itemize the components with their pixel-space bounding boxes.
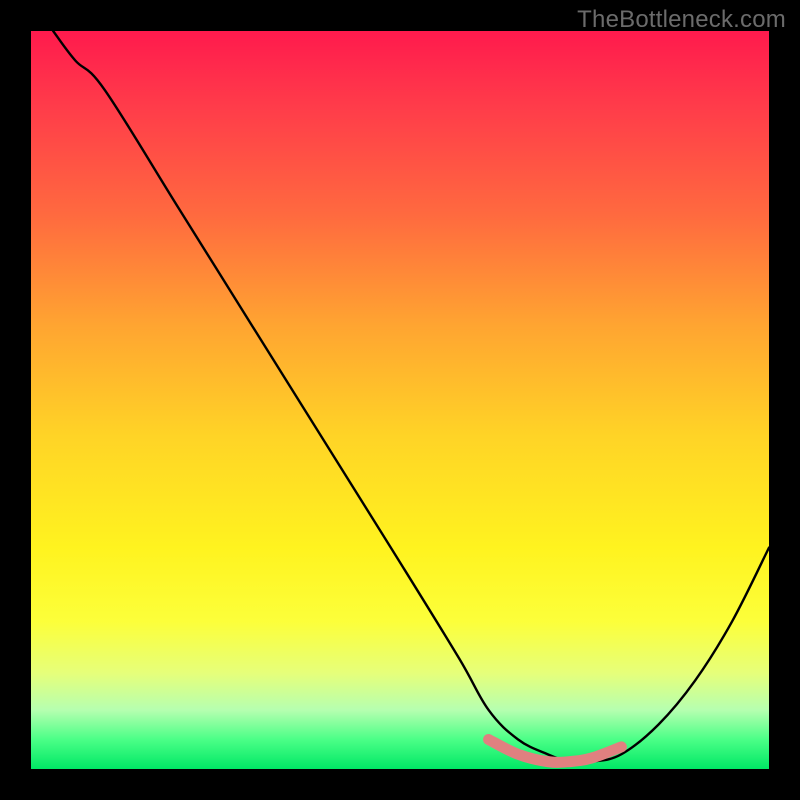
bottleneck-curve-path: [53, 31, 769, 763]
recommended-range-path: [489, 739, 622, 762]
watermark-text: TheBottleneck.com: [577, 6, 786, 34]
plot-area: [31, 31, 769, 769]
chart-svg: [31, 31, 769, 769]
chart-canvas: TheBottleneck.com: [0, 0, 800, 800]
